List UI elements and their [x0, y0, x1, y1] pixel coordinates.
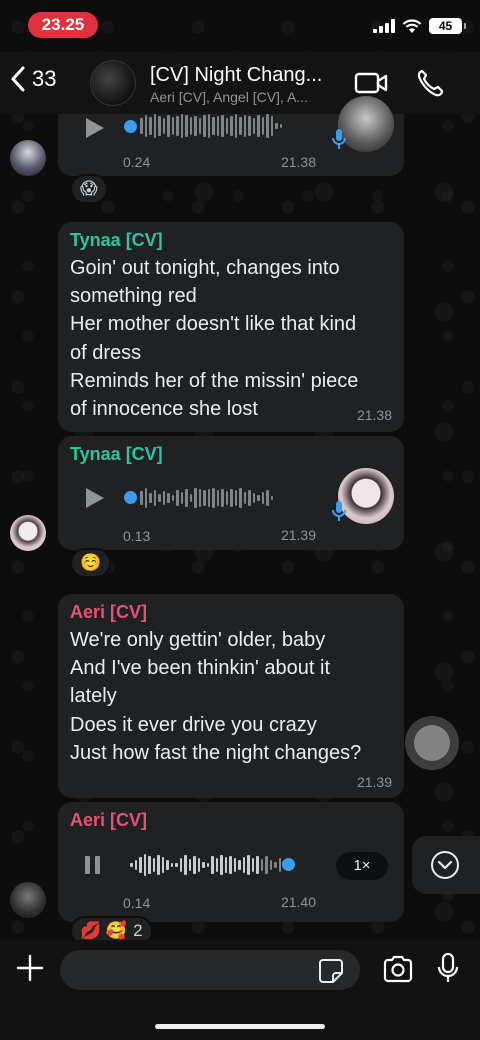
voice-message[interactable]: Aeri [CV] 1× 0.14 21.40: [58, 802, 404, 922]
message-line: Just how fast the night changes?: [70, 741, 362, 764]
message-input[interactable]: [60, 950, 360, 990]
video-call-icon[interactable]: [354, 70, 388, 96]
message-line: We're only gettin' older, baby: [70, 629, 326, 651]
chevron-down-icon: [431, 851, 459, 879]
home-indicator[interactable]: [155, 1024, 325, 1029]
message-line: Goin' out tonight, changes into: [70, 257, 340, 279]
play-icon[interactable]: [84, 116, 106, 140]
sender-name[interactable]: Tynaa [CV]: [70, 230, 163, 251]
status-bar: 23.25 45: [0, 0, 480, 52]
message-line: of dress: [70, 341, 142, 364]
plus-icon[interactable]: [14, 952, 46, 984]
sender-avatar[interactable]: [10, 140, 46, 176]
message-time: 21.38: [356, 407, 392, 423]
voice-sender-avatar: [338, 96, 394, 152]
message-time: 21.38: [280, 154, 316, 170]
signal-icon: [373, 19, 395, 33]
voice-sender-avatar: [338, 468, 394, 524]
unread-count: 33: [32, 66, 57, 91]
group-avatar[interactable]: [90, 60, 136, 106]
voice-message[interactable]: 0.24 21.38: [58, 96, 404, 176]
voice-message[interactable]: Tynaa [CV] 0.13 21.39: [58, 436, 404, 550]
battery-icon: 45: [429, 18, 466, 34]
message-time: 21.39: [280, 527, 316, 543]
chat-header: 33 [CV] Night Chang... Aeri [CV], Angel …: [0, 52, 480, 114]
text-message[interactable]: Tynaa [CV] Goin' out tonight, changes in…: [58, 222, 404, 432]
mic-icon[interactable]: [436, 952, 460, 984]
waveform[interactable]: [130, 849, 281, 881]
mic-icon: [332, 501, 346, 521]
message-text: We're only gettin' older, baby And I've …: [70, 626, 395, 767]
message-line: Her mother doesn't like that kind: [70, 313, 357, 336]
pause-icon[interactable]: [82, 854, 104, 876]
playback-dot[interactable]: [124, 120, 137, 133]
scroll-to-bottom-button[interactable]: [412, 836, 480, 894]
wifi-icon: [402, 18, 422, 33]
playback-dot[interactable]: [124, 491, 137, 504]
sender-avatar[interactable]: [10, 882, 46, 918]
message-time: 21.39: [356, 774, 392, 790]
group-members[interactable]: Aeri [CV], Angel [CV], A...: [150, 89, 340, 105]
sender-name[interactable]: Aeri [CV]: [70, 602, 147, 623]
waveform[interactable]: [140, 482, 273, 514]
reaction-badge[interactable]: 😱: [70, 174, 108, 204]
phone-icon[interactable]: [416, 68, 444, 98]
message-line: something red: [70, 285, 197, 308]
message-time: 21.40: [280, 894, 316, 910]
back-button[interactable]: 33: [10, 66, 56, 92]
message-line: And I've been thinkin' about it: [70, 657, 331, 680]
group-title[interactable]: [CV] Night Chang...: [150, 64, 350, 87]
playback-speed-button[interactable]: 1×: [336, 852, 388, 880]
play-icon[interactable]: [84, 486, 106, 510]
message-line: Reminds her of the missin' piece: [70, 369, 359, 392]
reaction-emoji: ☺️: [80, 553, 102, 572]
sender-avatar[interactable]: [10, 515, 46, 551]
sender-name[interactable]: Aeri [CV]: [70, 810, 147, 831]
sender-name[interactable]: Tynaa [CV]: [70, 444, 163, 465]
camera-icon[interactable]: [382, 955, 414, 983]
text-message[interactable]: Aeri [CV] We're only gettin' older, baby…: [58, 594, 404, 798]
message-line: lately: [70, 685, 117, 708]
message-text: Goin' out tonight, changes into somethin…: [70, 254, 395, 423]
composer-bar: [0, 940, 480, 1040]
reaction-badge[interactable]: ☺️: [70, 548, 112, 578]
status-time: 23.25: [28, 12, 98, 38]
waveform[interactable]: [140, 110, 282, 142]
reaction-emoji: 😱: [80, 179, 98, 198]
chevron-left-icon: [11, 66, 25, 92]
voice-duration: 0.13: [123, 528, 151, 544]
voice-duration: 0.24: [123, 154, 151, 170]
sticker-icon[interactable]: [318, 958, 344, 984]
status-icons: 45: [373, 18, 466, 34]
voice-duration: 0.14: [123, 895, 151, 911]
message-line: of innocence she lost: [70, 398, 258, 421]
message-line: Does it ever drive you crazy: [70, 713, 317, 736]
mic-icon: [332, 129, 346, 149]
playback-dot[interactable]: [282, 858, 295, 871]
floating-assistive-button[interactable]: [405, 716, 459, 770]
